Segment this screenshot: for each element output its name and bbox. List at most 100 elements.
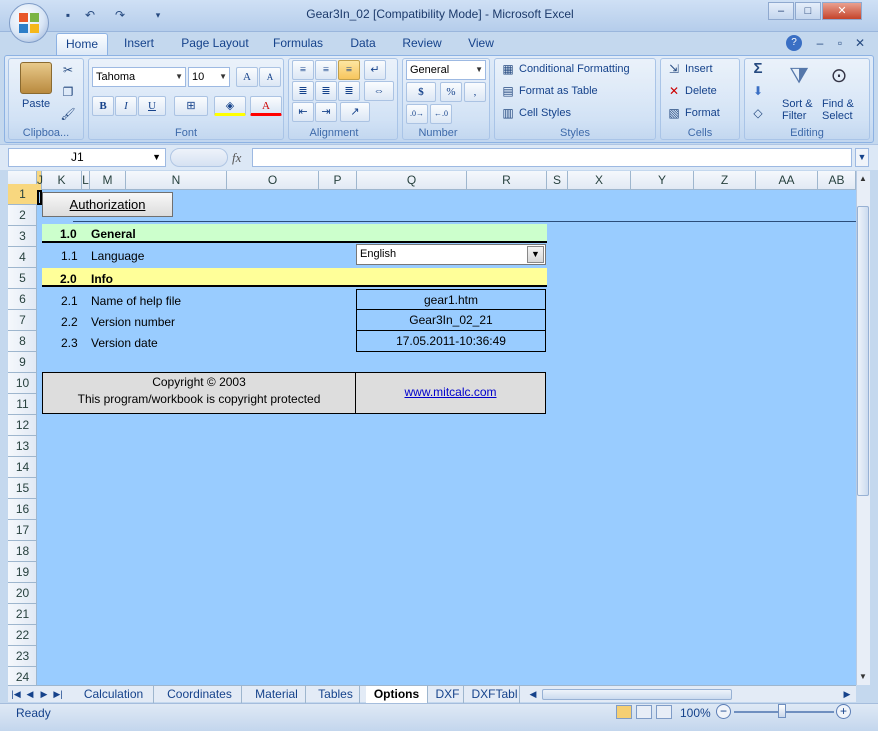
grow-font-icon[interactable]: A — [236, 67, 258, 87]
language-select[interactable]: English ▼ — [356, 244, 546, 265]
column-header[interactable]: O — [227, 171, 319, 190]
row-header[interactable]: 12 — [8, 415, 37, 436]
ribbon-minimize-icon[interactable]: – — [812, 35, 828, 51]
align-left-icon[interactable]: ≣ — [292, 81, 314, 101]
bold-button[interactable]: B — [92, 96, 114, 116]
fill-color-icon[interactable]: ◈ — [214, 96, 246, 116]
column-header[interactable]: Z — [694, 171, 756, 190]
maximize-button[interactable]: □ — [795, 2, 821, 20]
column-header[interactable]: X — [568, 171, 631, 190]
percent-button[interactable]: % — [440, 82, 462, 102]
vertical-scroll-thumb[interactable] — [857, 206, 869, 496]
row-header[interactable]: 13 — [8, 436, 37, 457]
row-header[interactable]: 3 — [8, 226, 37, 247]
cut-icon[interactable]: ✂ — [60, 62, 76, 78]
align-right-icon[interactable]: ≣ — [338, 81, 360, 101]
insert-function-button[interactable]: fx — [232, 150, 241, 166]
zoom-slider-thumb[interactable] — [778, 704, 786, 718]
formula-input[interactable] — [252, 148, 852, 167]
tab-review[interactable]: Review — [400, 33, 444, 55]
row-header[interactable]: 1 — [8, 184, 37, 205]
tab-view[interactable]: View — [464, 33, 498, 55]
name-box[interactable]: J1 ▼ — [8, 148, 166, 167]
decrease-indent-icon[interactable]: ⇤ — [292, 102, 314, 122]
paste-icon[interactable] — [20, 62, 52, 94]
font-color-icon[interactable]: A — [250, 96, 282, 116]
orientation-icon[interactable]: ↗ — [340, 102, 370, 122]
merge-center-icon[interactable]: ⇔ — [364, 81, 394, 101]
row-header[interactable]: 18 — [8, 541, 37, 562]
tab-insert[interactable]: Insert — [116, 33, 162, 55]
page-layout-view-icon[interactable] — [636, 705, 652, 719]
column-header[interactable]: N — [126, 171, 227, 190]
fill-icon[interactable]: ⬇ — [750, 83, 766, 99]
row-header[interactable]: 21 — [8, 604, 37, 625]
row-header[interactable]: 10 — [8, 373, 37, 394]
increase-indent-icon[interactable]: ⇥ — [315, 102, 337, 122]
tab-data[interactable]: Data — [346, 33, 380, 55]
align-top-icon[interactable]: ≡ — [292, 60, 314, 80]
undo-icon[interactable]: ↶ — [82, 7, 98, 23]
column-header[interactable]: P — [319, 171, 357, 190]
column-header[interactable]: AB — [818, 171, 856, 190]
clear-icon[interactable]: ◇ — [750, 105, 766, 121]
horizontal-scroll-thumb[interactable] — [542, 689, 732, 700]
sort-filter-label-2[interactable]: Filter — [782, 108, 806, 124]
sheet-tab-coordinates[interactable]: Coordinates — [158, 686, 242, 703]
last-sheet-icon[interactable]: ▶| — [52, 686, 64, 703]
tab-page-layout[interactable]: Page Layout — [180, 33, 250, 55]
number-format-combo[interactable]: General ▼ — [406, 60, 486, 80]
sheet-tab-calculation[interactable]: Calculation — [74, 686, 154, 703]
row-header[interactable]: 23 — [8, 646, 37, 667]
row-header[interactable]: 20 — [8, 583, 37, 604]
scroll-up-icon[interactable]: ▲ — [857, 172, 869, 186]
row-header[interactable]: 8 — [8, 331, 37, 352]
column-header[interactable]: L — [82, 171, 90, 190]
worksheet-grid[interactable]: Authorization 1.0 General 1.1 Language E… — [37, 190, 856, 685]
font-size-combo[interactable]: 10 ▼ — [188, 67, 230, 87]
normal-view-icon[interactable] — [616, 705, 632, 719]
column-header[interactable]: R — [467, 171, 547, 190]
conditional-formatting-button[interactable]: Conditional Formatting — [519, 61, 630, 77]
column-header[interactable]: K — [42, 171, 82, 190]
zoom-level[interactable]: 100% — [680, 706, 711, 720]
align-center-icon[interactable]: ≣ — [315, 81, 337, 101]
authorization-button[interactable]: Authorization — [42, 192, 173, 217]
shrink-font-icon[interactable]: A — [259, 67, 281, 87]
office-button[interactable] — [9, 3, 49, 43]
column-header[interactable]: AA — [756, 171, 818, 190]
chevron-down-icon[interactable]: ▼ — [527, 246, 544, 263]
column-header[interactable]: S — [547, 171, 568, 190]
delete-cells-button[interactable]: Delete — [685, 83, 717, 99]
row-header[interactable]: 22 — [8, 625, 37, 646]
column-header[interactable]: Y — [631, 171, 694, 190]
row-header[interactable]: 14 — [8, 457, 37, 478]
row-header[interactable]: 7 — [8, 310, 37, 331]
zoom-in-icon[interactable]: + — [836, 704, 851, 719]
decrease-decimal-icon[interactable]: ←.0 — [430, 104, 452, 124]
row-header[interactable]: 4 — [8, 247, 37, 268]
help-icon[interactable]: ? — [786, 35, 802, 51]
hscroll-left-icon[interactable]: ◀ — [528, 686, 538, 703]
row-header[interactable]: 15 — [8, 478, 37, 499]
close-button[interactable]: ✕ — [822, 2, 862, 20]
chevron-down-icon[interactable]: ▼ — [152, 149, 161, 166]
sheet-tab-options[interactable]: Options — [366, 686, 428, 703]
paste-button[interactable]: Paste — [22, 96, 50, 112]
mitcalc-link[interactable]: www.mitcalc.com — [356, 385, 545, 399]
zoom-out-icon[interactable]: − — [716, 704, 731, 719]
tab-formulas[interactable]: Formulas — [270, 33, 326, 55]
redo-icon[interactable]: ↷ — [112, 7, 128, 23]
column-header[interactable]: Q — [357, 171, 467, 190]
row-header[interactable]: 5 — [8, 268, 37, 289]
expand-formula-icon[interactable]: ▼ — [855, 148, 869, 167]
increase-decimal-icon[interactable]: .0→ — [406, 104, 428, 124]
row-header[interactable]: 11 — [8, 394, 37, 415]
align-middle-icon[interactable]: ≡ — [315, 60, 337, 80]
currency-button[interactable]: $ — [406, 82, 436, 102]
sheet-tab-dxftabl[interactable]: DXFTabl — [470, 686, 520, 703]
copy-icon[interactable]: ❐ — [60, 84, 76, 100]
italic-button[interactable]: I — [115, 96, 137, 116]
ribbon-close-icon[interactable]: ✕ — [852, 35, 868, 51]
font-name-combo[interactable]: Tahoma ▼ — [92, 67, 186, 87]
